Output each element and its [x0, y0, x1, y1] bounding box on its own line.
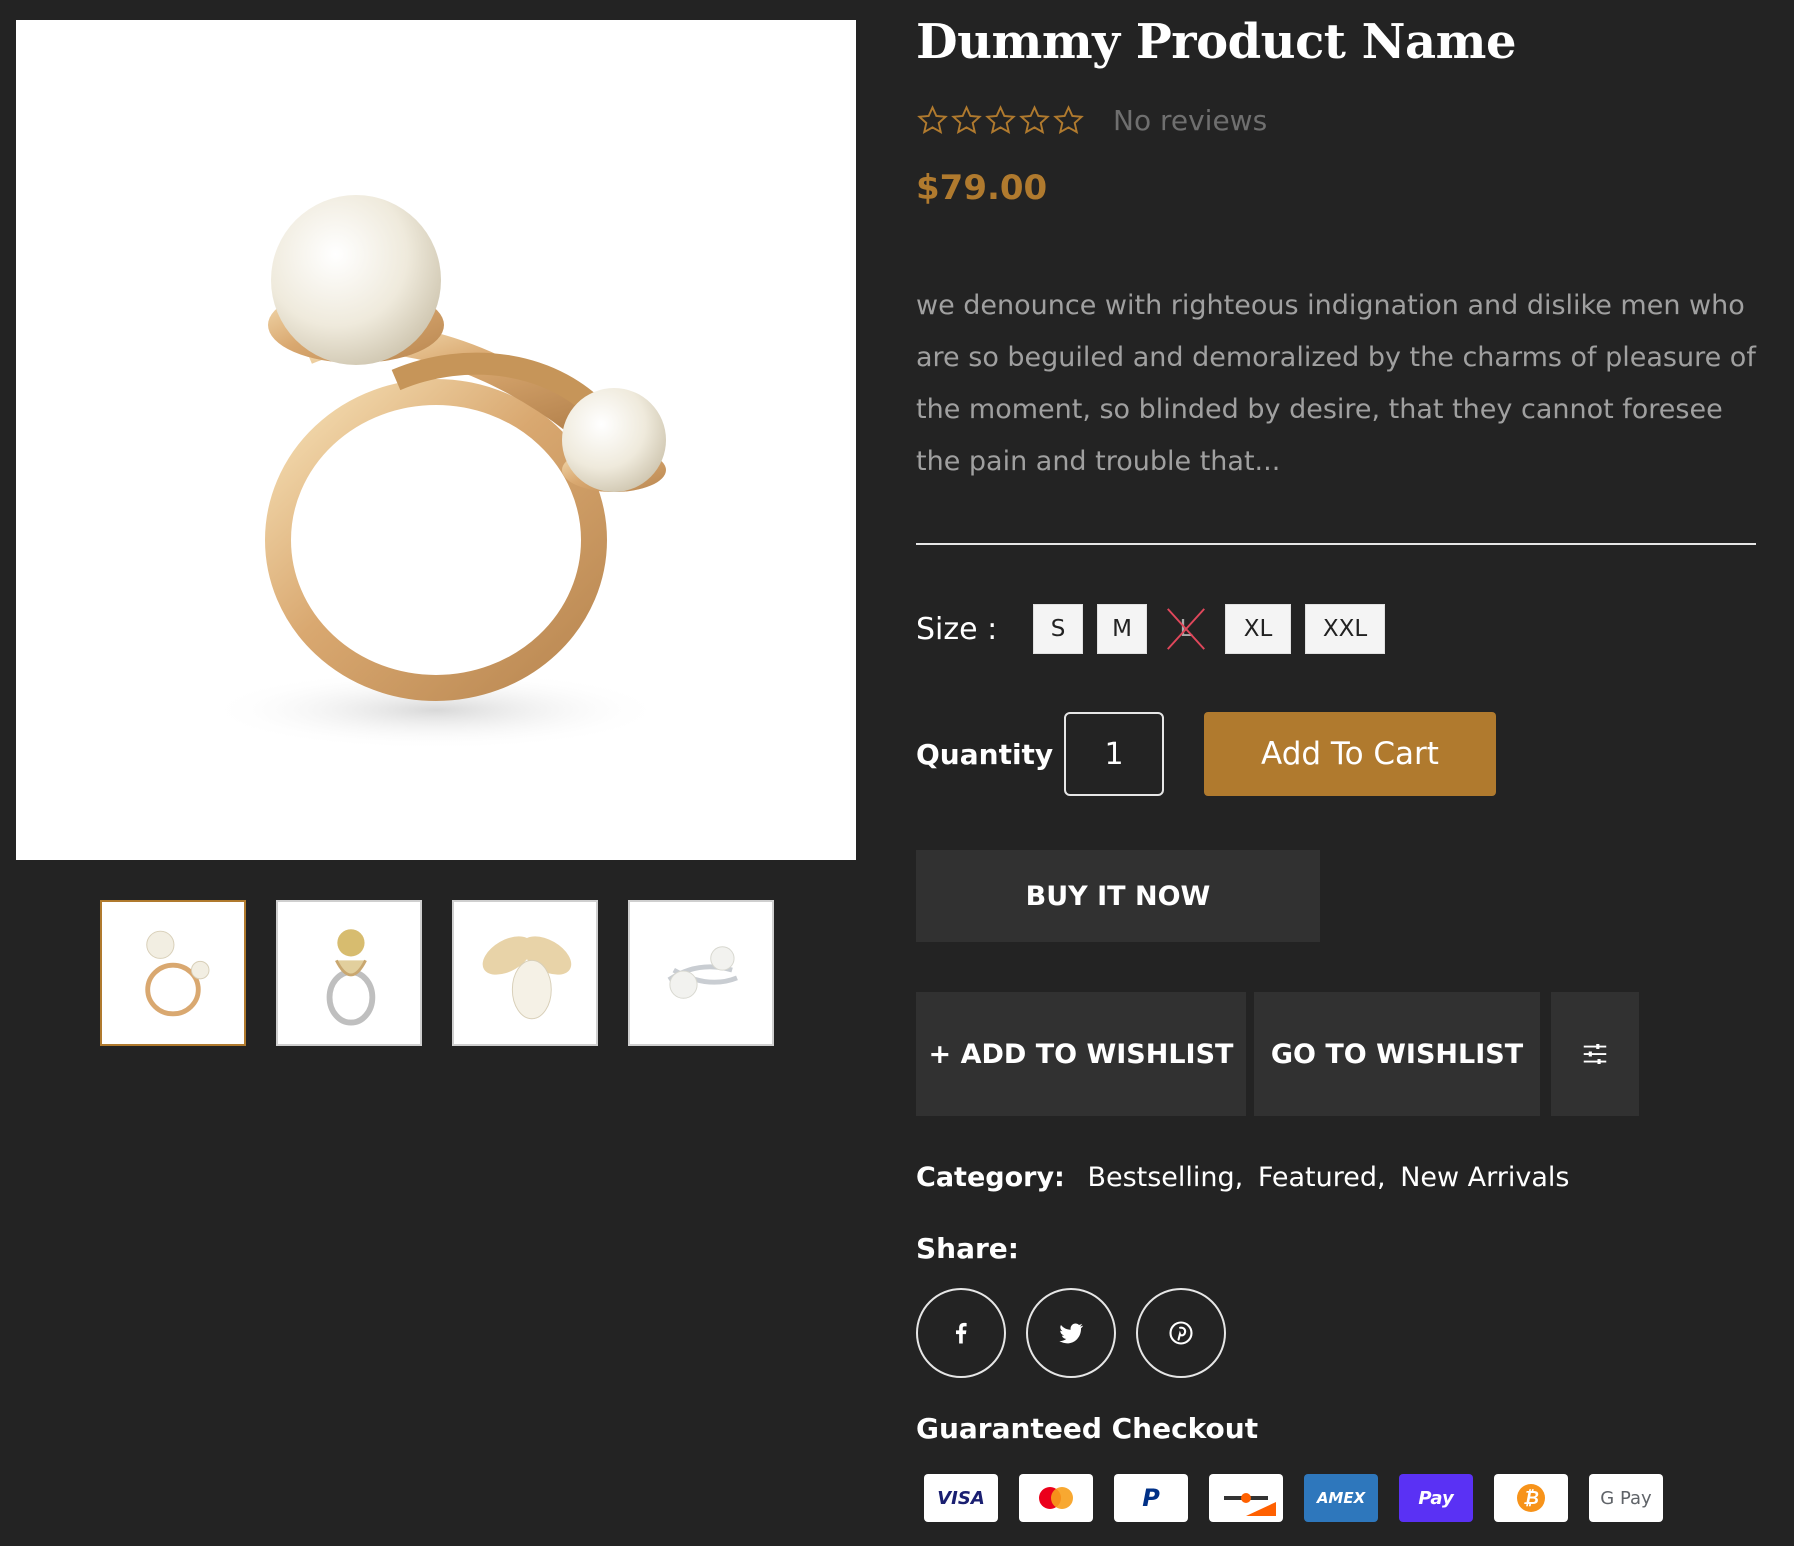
size-options: S M L XL XXL: [1033, 604, 1385, 654]
thumbnail-strip: [100, 900, 774, 1046]
mastercard-icon: [1019, 1474, 1093, 1522]
quantity-input[interactable]: [1064, 712, 1164, 796]
buy-it-now-button[interactable]: BUY IT NOW: [916, 850, 1320, 942]
product-price: $79.00: [916, 168, 1048, 208]
mastercard-circles: [1039, 1487, 1073, 1509]
bitcoin-mark: ₿: [1517, 1484, 1545, 1512]
category-label: Category:: [916, 1162, 1065, 1193]
shop-pay-icon: Pay: [1399, 1474, 1473, 1522]
payment-icons: VISA P AMEX Pay ₿ G Pay: [924, 1474, 1663, 1522]
bee-brooch-thumb: [482, 936, 572, 1020]
product-main-image[interactable]: [16, 20, 856, 860]
star-outline-icon: [1053, 105, 1084, 134]
add-to-cart-button[interactable]: Add To Cart: [1204, 712, 1496, 796]
rating: No reviews: [916, 104, 1267, 137]
share-twitter-button[interactable]: [1026, 1288, 1116, 1378]
thumbnail-3[interactable]: [452, 900, 598, 1046]
pinterest-icon: [1169, 1321, 1193, 1345]
facebook-icon: [955, 1322, 967, 1344]
google-pay-icon: G Pay: [1589, 1474, 1663, 1522]
thumbnail-1[interactable]: [100, 900, 246, 1046]
size-option-xl[interactable]: XL: [1225, 604, 1291, 654]
category-row: Category: Bestselling, Featured, New Arr…: [916, 1162, 1575, 1193]
star-outline-icon: [985, 105, 1016, 134]
visa-icon: VISA: [924, 1474, 998, 1522]
quantity-row: Quantity Add To Cart: [916, 712, 1496, 796]
star-outline-icon: [951, 105, 982, 134]
wishlist-actions: + ADD TO WISHLIST GO TO WISHLIST: [916, 992, 1639, 1116]
size-option-xxl[interactable]: XXL: [1305, 604, 1385, 654]
star-outline-icon: [1019, 105, 1050, 134]
amex-text: AMEX: [1316, 1489, 1366, 1507]
product-title: Dummy Product Name: [916, 14, 1516, 70]
pearl-ring-image: [206, 195, 666, 750]
share-pinterest-button[interactable]: [1136, 1288, 1226, 1378]
gold-pearl-ring-thumb: [326, 929, 376, 1026]
discover-mark: [1224, 1493, 1276, 1516]
silver-pearl-ring-thumb: [667, 946, 738, 999]
category-link[interactable]: New Arrivals: [1400, 1162, 1569, 1193]
size-option-s[interactable]: S: [1033, 604, 1083, 654]
quantity-label: Quantity: [916, 737, 1054, 771]
category-link[interactable]: Bestselling,: [1087, 1162, 1243, 1193]
unavailable-cross-icon: [1167, 608, 1205, 650]
thumbnail-2[interactable]: [276, 900, 422, 1046]
share-label: Share:: [916, 1232, 1019, 1265]
add-to-wishlist-button[interactable]: + ADD TO WISHLIST: [916, 992, 1246, 1116]
twitter-icon: [1059, 1323, 1084, 1344]
pearl-ring-thumb: [145, 930, 210, 1017]
star-outline-icon: [917, 105, 948, 134]
bitcoin-symbol: ₿: [1523, 1488, 1539, 1509]
discover-icon: [1209, 1474, 1283, 1522]
google-pay-text: G Pay: [1600, 1487, 1652, 1509]
share-facebook-button[interactable]: [916, 1288, 1006, 1378]
amex-icon: AMEX: [1304, 1474, 1378, 1522]
go-to-wishlist-button[interactable]: GO TO WISHLIST: [1254, 992, 1540, 1116]
size-option-m[interactable]: M: [1097, 604, 1147, 654]
bitcoin-icon: ₿: [1494, 1474, 1568, 1522]
visa-text: VISA: [937, 1487, 985, 1509]
compare-button[interactable]: [1551, 992, 1639, 1116]
shop-pay-text: Pay: [1418, 1487, 1454, 1509]
sliders-icon: [1583, 1044, 1607, 1064]
share-buttons: [916, 1288, 1226, 1378]
paypal-icon: P: [1114, 1474, 1188, 1522]
reviews-count[interactable]: No reviews: [1113, 104, 1267, 137]
paypal-text: P: [1142, 1484, 1160, 1512]
thumbnail-4[interactable]: [628, 900, 774, 1046]
category-link[interactable]: Featured,: [1258, 1162, 1386, 1193]
guaranteed-checkout-label: Guaranteed Checkout: [916, 1412, 1259, 1445]
size-option-l-unavailable[interactable]: L: [1161, 604, 1211, 654]
size-label: Size :: [916, 611, 998, 647]
product-description: we denounce with righteous indignation a…: [916, 290, 1756, 477]
size-selector: Size : S M L XL XXL: [916, 604, 1385, 654]
divider: [916, 543, 1756, 545]
star-rating: [916, 104, 1085, 137]
